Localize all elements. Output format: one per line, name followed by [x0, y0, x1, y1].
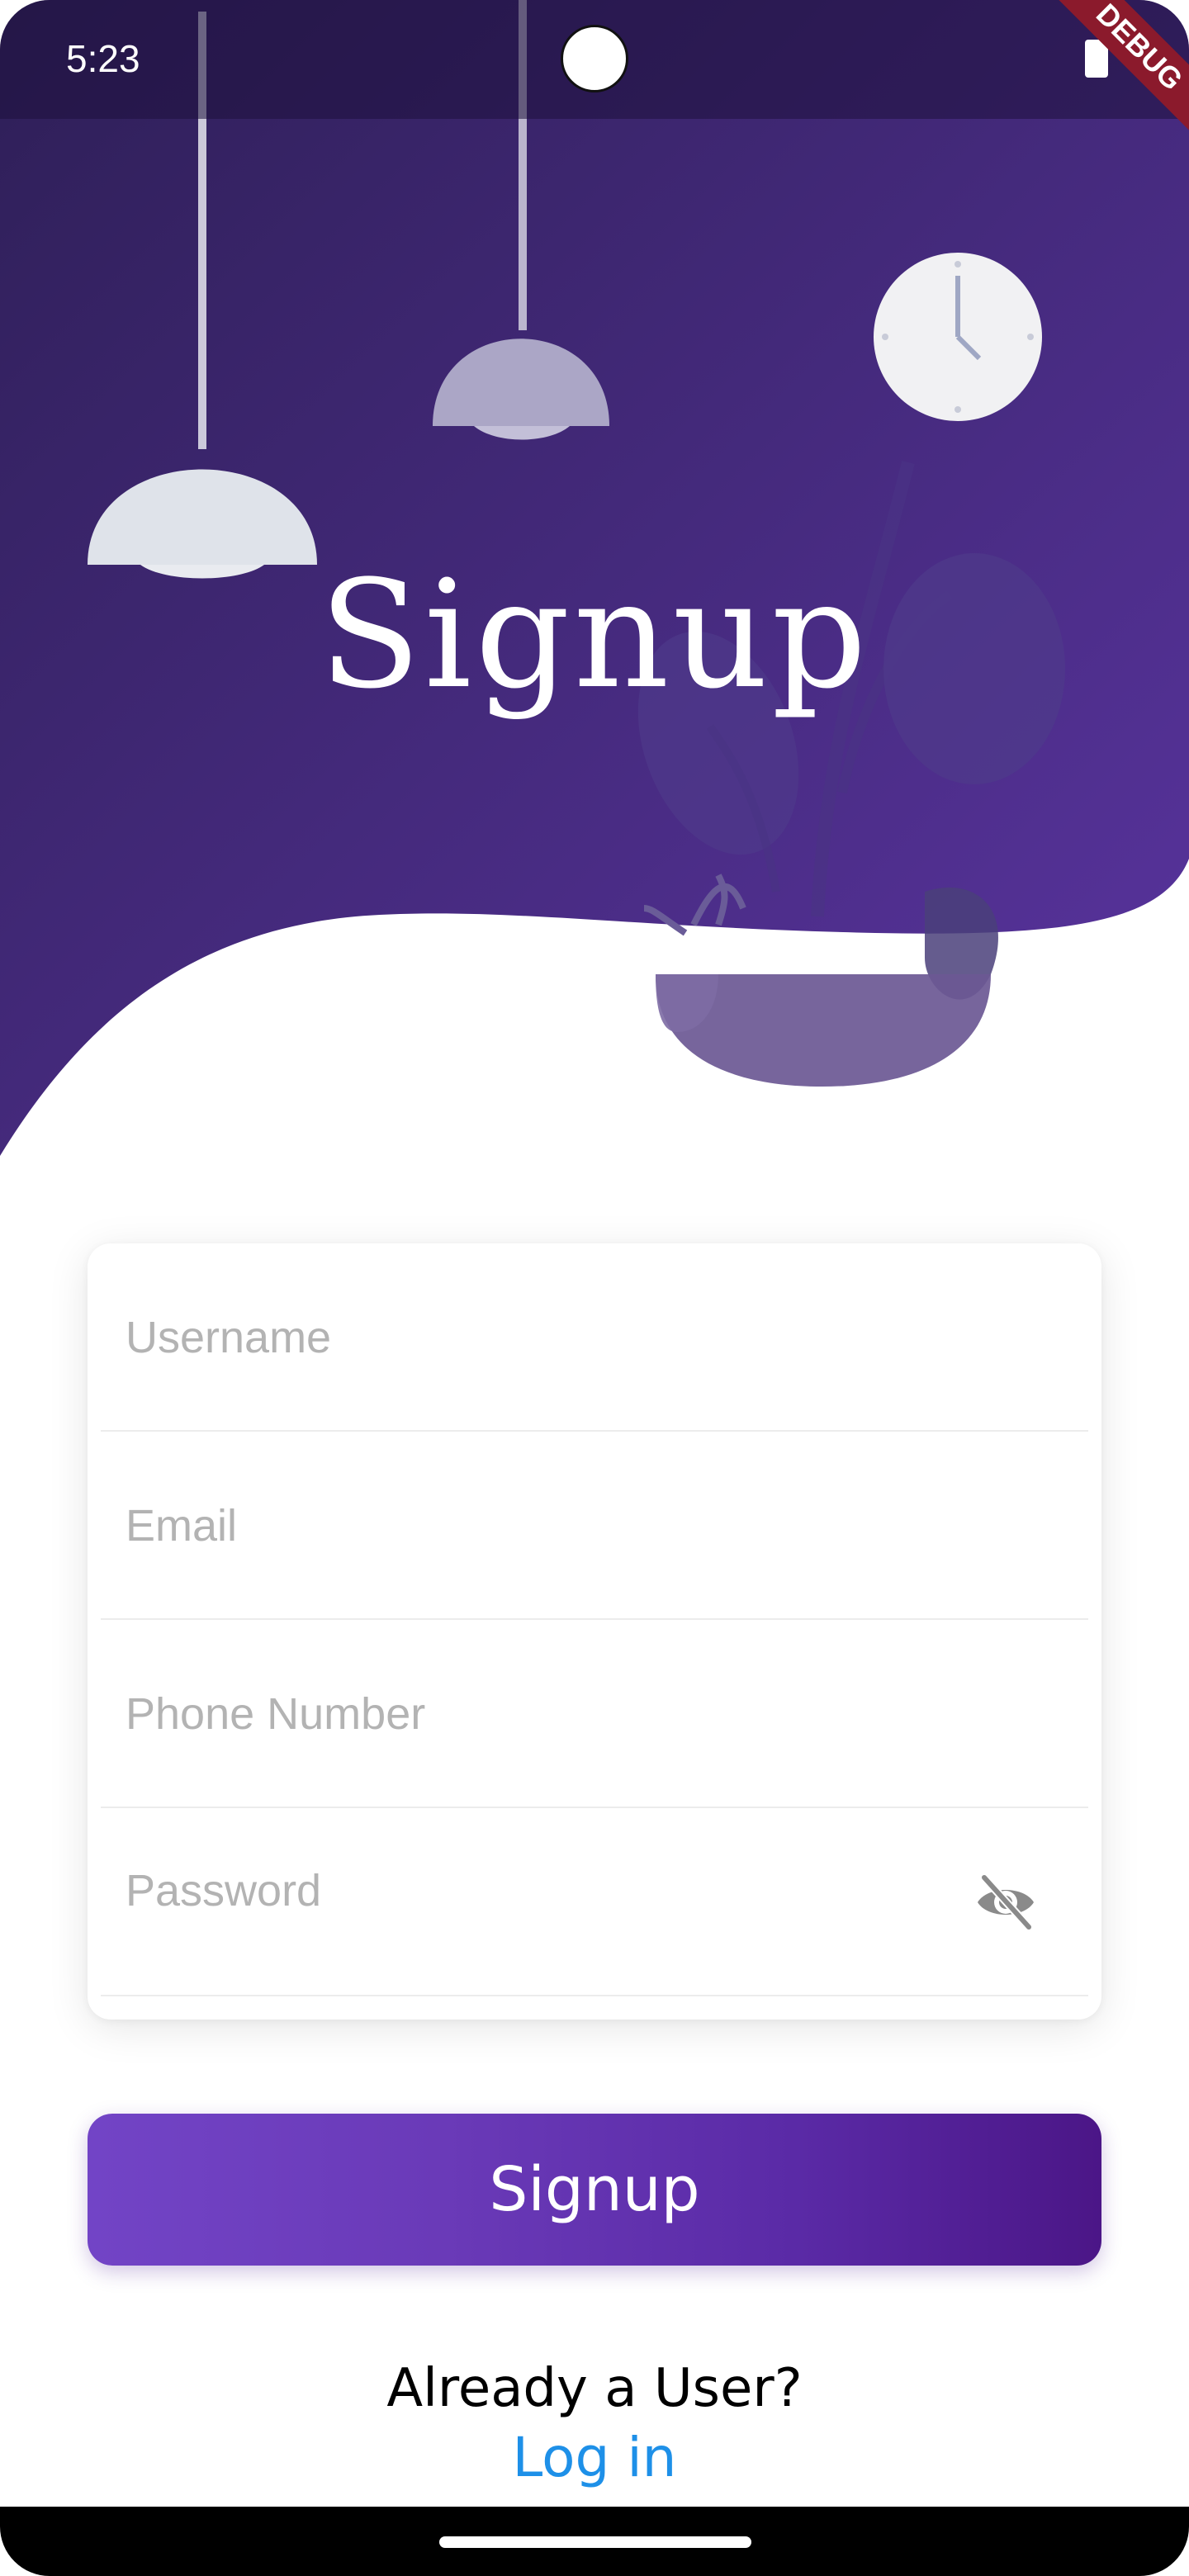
status-time: 5:23 [66, 37, 140, 80]
already-user-text: Already a User? [386, 2358, 803, 2419]
wall-clock [874, 253, 1042, 421]
page-title: Signup [319, 549, 870, 722]
home-indicator[interactable] [439, 2536, 751, 2548]
username-input[interactable] [124, 1243, 953, 1432]
password-input[interactable] [124, 1797, 953, 1985]
signup-screen: 5:23 DEBUG Signup Signup Already a User? [0, 0, 1189, 2576]
signup-form-card [88, 1243, 1101, 2020]
phone-input[interactable] [124, 1620, 953, 1808]
eye-off-icon[interactable] [973, 1869, 1039, 1935]
phone-field-row [101, 1620, 1088, 1808]
login-link[interactable]: Log in [0, 2426, 1189, 2489]
email-input[interactable] [124, 1432, 953, 1620]
signup-button[interactable]: Signup [88, 2114, 1101, 2266]
password-field-row [101, 1797, 1088, 1996]
email-field-row [101, 1432, 1088, 1620]
camera-cutout [561, 25, 628, 92]
username-field-row [101, 1243, 1088, 1432]
